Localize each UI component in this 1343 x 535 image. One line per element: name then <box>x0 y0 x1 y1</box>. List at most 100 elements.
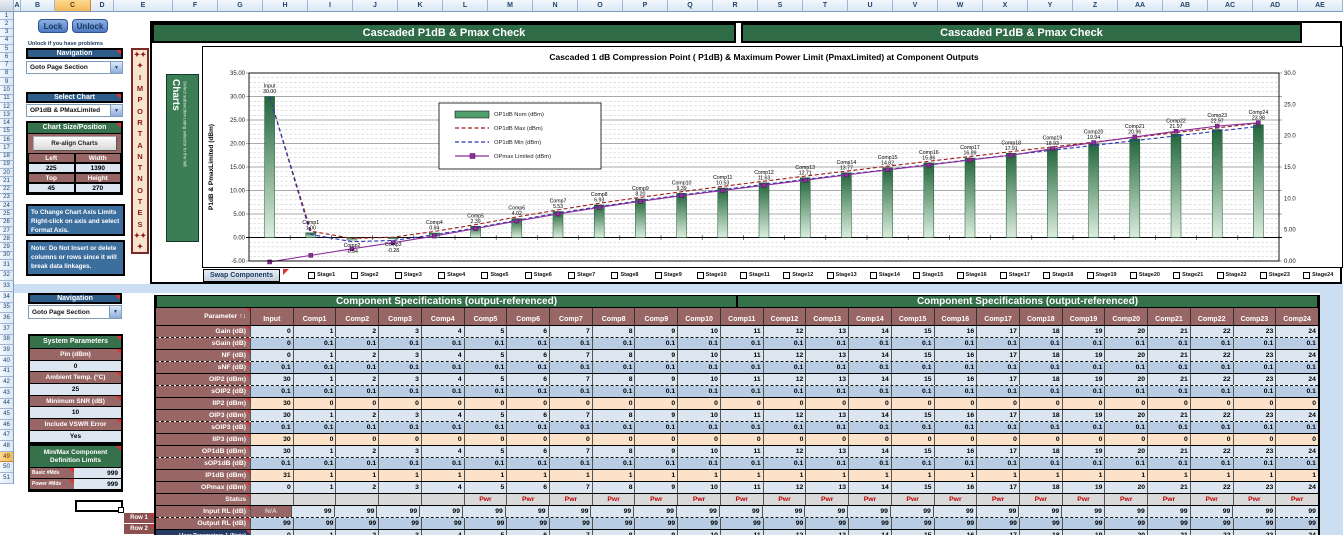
stage-20-checkbox[interactable] <box>1129 271 1137 279</box>
column-header-O[interactable]: O <box>578 0 623 12</box>
spec-cell[interactable]: 0.1 <box>1104 362 1148 373</box>
spec-cell[interactable]: 13 <box>805 350 849 361</box>
column-header-S[interactable]: S <box>758 0 803 12</box>
stage-9-checkbox[interactable] <box>654 271 662 279</box>
spec-cell[interactable]: 99 <box>1232 506 1276 517</box>
spec-cell[interactable]: 0.1 <box>378 338 421 349</box>
spec-cell[interactable]: 99 <box>1061 506 1104 517</box>
spec-row-label[interactable]: sOIP2 (dB) <box>156 386 250 397</box>
spec-cell[interactable]: Pwr <box>1275 494 1318 505</box>
spec-cell[interactable]: 0.1 <box>976 458 1019 469</box>
spec-cell[interactable]: 12 <box>762 350 806 361</box>
spec-cell[interactable]: 16 <box>933 482 977 493</box>
spec-row-label[interactable]: User Parameters 1 (Note) <box>156 530 250 535</box>
spec-cell[interactable]: 2 <box>335 350 379 361</box>
spec-cell[interactable]: 22 <box>1189 410 1233 421</box>
spec-cell[interactable]: 1 <box>848 470 891 481</box>
spec-cell[interactable]: 17 <box>976 482 1019 493</box>
spec-cell[interactable] <box>292 494 336 505</box>
spec-cell[interactable]: 19 <box>1061 326 1105 337</box>
row-header-50[interactable]: 50 <box>0 462 14 474</box>
spec-cell[interactable]: 21 <box>1147 410 1190 421</box>
spec-cell[interactable]: 5 <box>463 374 507 385</box>
spec-cell[interactable]: 99 <box>506 518 550 529</box>
spec-cell[interactable]: 0 <box>1061 434 1105 445</box>
spec-cell[interactable]: 0.1 <box>250 422 293 433</box>
spec-cell[interactable]: 0.1 <box>976 338 1019 349</box>
spec-cell[interactable]: 0 <box>1275 434 1318 445</box>
column-header-AD[interactable]: AD <box>1253 0 1298 12</box>
column-header-E[interactable]: E <box>114 0 173 12</box>
spec-cell[interactable]: 14 <box>848 530 891 535</box>
column-header-T[interactable]: T <box>803 0 848 12</box>
spec-cell[interactable]: 0.1 <box>933 362 977 373</box>
spec-cell[interactable]: 5 <box>463 446 507 457</box>
spec-cell[interactable]: 0.1 <box>719 338 763 349</box>
spec-cell[interactable]: 0.1 <box>591 362 635 373</box>
spec-cell[interactable]: 1 <box>1147 470 1190 481</box>
row-header-48[interactable]: 48 <box>0 441 14 452</box>
spec-cell[interactable]: 0.1 <box>890 386 934 397</box>
spec-cell[interactable]: 0.1 <box>378 362 421 373</box>
row-header-38[interactable]: 38 <box>0 334 14 346</box>
column-header-N[interactable]: N <box>533 0 578 12</box>
row-header-10[interactable]: 10 <box>0 86 14 95</box>
spec-cell[interactable]: 0.1 <box>335 422 379 433</box>
width-value[interactable]: 1390 <box>74 163 121 173</box>
spec-cell[interactable]: 5 <box>463 530 507 535</box>
stage-5-checkbox[interactable] <box>481 271 489 279</box>
spec-cell[interactable]: 0 <box>1147 434 1190 445</box>
spec-cell[interactable]: 0.1 <box>463 338 507 349</box>
spec-cell[interactable]: Pwr <box>976 494 1019 505</box>
spec-cell[interactable]: 0.1 <box>634 458 678 469</box>
spec-cell[interactable]: 8 <box>591 374 635 385</box>
spec-cell[interactable]: 0 <box>591 434 635 445</box>
row-header-42[interactable]: 42 <box>0 377 14 388</box>
spec-cell[interactable]: 0.1 <box>1275 362 1318 373</box>
column-header-AA[interactable]: AA <box>1118 0 1163 12</box>
spec-cell[interactable]: Pwr <box>1189 494 1233 505</box>
spec-cell[interactable]: 99 <box>463 518 507 529</box>
row-header-20[interactable]: 20 <box>0 169 14 178</box>
spec-cell[interactable]: 19 <box>1061 482 1105 493</box>
spec-cell[interactable]: 7 <box>549 350 592 361</box>
spec-col-header-comp11[interactable]: Comp11 <box>719 308 763 325</box>
spec-cell[interactable]: 0.1 <box>1232 458 1276 469</box>
spec-cell[interactable]: 0.1 <box>1232 386 1276 397</box>
spec-cell[interactable]: 24 <box>1275 446 1318 457</box>
spec-cell[interactable]: 0.1 <box>1275 458 1318 469</box>
row-header-21[interactable]: 21 <box>0 177 14 186</box>
spec-cell[interactable]: 99 <box>932 506 976 517</box>
column-header-Q[interactable]: Q <box>668 0 713 12</box>
spec-cell[interactable]: 0 <box>549 434 592 445</box>
row-header-24[interactable]: 24 <box>0 202 14 211</box>
row-header-12[interactable]: 12 <box>0 102 14 112</box>
stage-24-checkbox[interactable] <box>1303 271 1311 279</box>
spec-cell[interactable]: 99 <box>761 506 805 517</box>
spec-cell[interactable]: 99 <box>848 518 891 529</box>
spec-cell[interactable]: 18 <box>1018 410 1062 421</box>
spec-cell[interactable]: 1 <box>292 482 336 493</box>
spec-cell[interactable]: 0.1 <box>420 422 464 433</box>
spec-cell[interactable]: 99 <box>591 518 635 529</box>
spec-cell[interactable]: 0 <box>549 398 592 409</box>
spec-cell[interactable]: 0.1 <box>805 458 849 469</box>
spec-cell[interactable]: 99 <box>290 506 334 517</box>
row-header-5[interactable]: 5 <box>0 45 14 54</box>
spec-cell[interactable]: 1 <box>292 326 336 337</box>
spec-cell[interactable]: 7 <box>549 374 592 385</box>
spec-cell[interactable]: Pwr <box>463 494 507 505</box>
spec-cell[interactable]: 99 <box>1189 506 1233 517</box>
spec-cell[interactable]: 99 <box>1103 506 1147 517</box>
column-header-AB[interactable]: AB <box>1163 0 1208 12</box>
spec-col-header-comp3[interactable]: Comp3 <box>378 308 421 325</box>
spec-cell[interactable]: 99 <box>1275 506 1318 517</box>
spec-cell[interactable]: 4 <box>420 326 464 337</box>
spec-cell[interactable]: 20 <box>1104 530 1148 535</box>
spec-cell[interactable]: 15 <box>890 446 934 457</box>
spec-col-header-comp9[interactable]: Comp9 <box>634 308 678 325</box>
stage-2-checkbox[interactable] <box>351 271 359 279</box>
spec-cell[interactable]: Pwr <box>506 494 550 505</box>
spec-cell[interactable]: 1 <box>292 446 336 457</box>
spec-col-header-comp12[interactable]: Comp12 <box>762 308 806 325</box>
